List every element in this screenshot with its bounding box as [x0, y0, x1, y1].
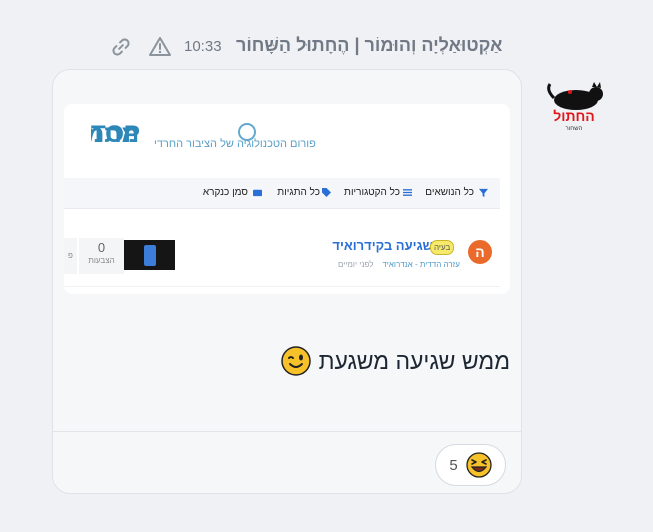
site-tagline: פורום הטכנולוגיה של הציבור החרדי — [154, 138, 316, 150]
topic-category[interactable]: עזרה הדדית - אנדרואיד — [382, 260, 460, 269]
grinning-squinting-face-icon — [466, 452, 492, 478]
filter-icon — [479, 188, 488, 197]
black-cat-logo-icon — [547, 82, 603, 110]
reaction-button[interactable]: 5 — [435, 444, 506, 486]
forum-navbar: כל הנושאים כל הקטגוריות כל התגיות סמן כנ… — [64, 178, 500, 209]
topic-meta: עזרה הדדית - אנדרואיד לפני יומיים — [338, 260, 460, 269]
topic-title[interactable]: שגיעה בקידרואיד — [332, 238, 433, 253]
nav-mark-read[interactable]: סמן כנקרא — [203, 187, 248, 198]
link-icon[interactable] — [110, 36, 132, 58]
nav-all-tags[interactable]: כל התגיות — [277, 187, 320, 198]
votes-count: 0 — [97, 240, 106, 255]
nav-all-categories[interactable]: כל הקטגוריות — [344, 187, 400, 198]
winking-face-icon — [280, 346, 311, 376]
channel-title[interactable]: אַקְטוּאַלְיָה וְהוּמוֹר | הֶחָתוּל הַשָ… — [236, 35, 502, 56]
topic-time: לפני יומיים — [338, 260, 374, 269]
warning-icon[interactable] — [148, 35, 172, 59]
votes-box: 0 הצבעות — [79, 238, 124, 274]
logo-subtext: השחור — [566, 126, 583, 132]
logo-text: החתול — [553, 108, 595, 124]
nav-all-topics[interactable]: כל הנושאים — [425, 187, 474, 198]
phone-screen-icon — [144, 245, 156, 266]
reaction-count: 5 — [449, 456, 458, 474]
logo-name-text: מתמחים — [91, 121, 139, 148]
link-preview-image[interactable]: TOP מתמחים פורום הטכנולוגיה של הציבור הח… — [64, 104, 510, 294]
votes-label: הצבעות — [88, 256, 115, 265]
topic-author-avatar: ה — [468, 240, 492, 264]
message-text: ממש שגיעה משגעת — [318, 347, 510, 374]
topic-badge: בעיה — [430, 240, 455, 255]
inbox-icon — [253, 189, 262, 197]
tag-icon — [322, 188, 331, 197]
channel-avatar[interactable]: החתול השחור — [540, 80, 610, 132]
list-icon — [403, 189, 412, 196]
topic-thumbnail — [124, 240, 175, 270]
posts-box-edge: פ — [64, 238, 77, 274]
divider — [53, 431, 521, 432]
message-text-row: ממש שגיעה משגעת — [280, 346, 510, 376]
message-time: 10:33 — [184, 38, 222, 55]
topic-row[interactable]: ה שגיעה בקידרואיד בעיה עזרה הדדית - אנדר… — [64, 216, 500, 287]
